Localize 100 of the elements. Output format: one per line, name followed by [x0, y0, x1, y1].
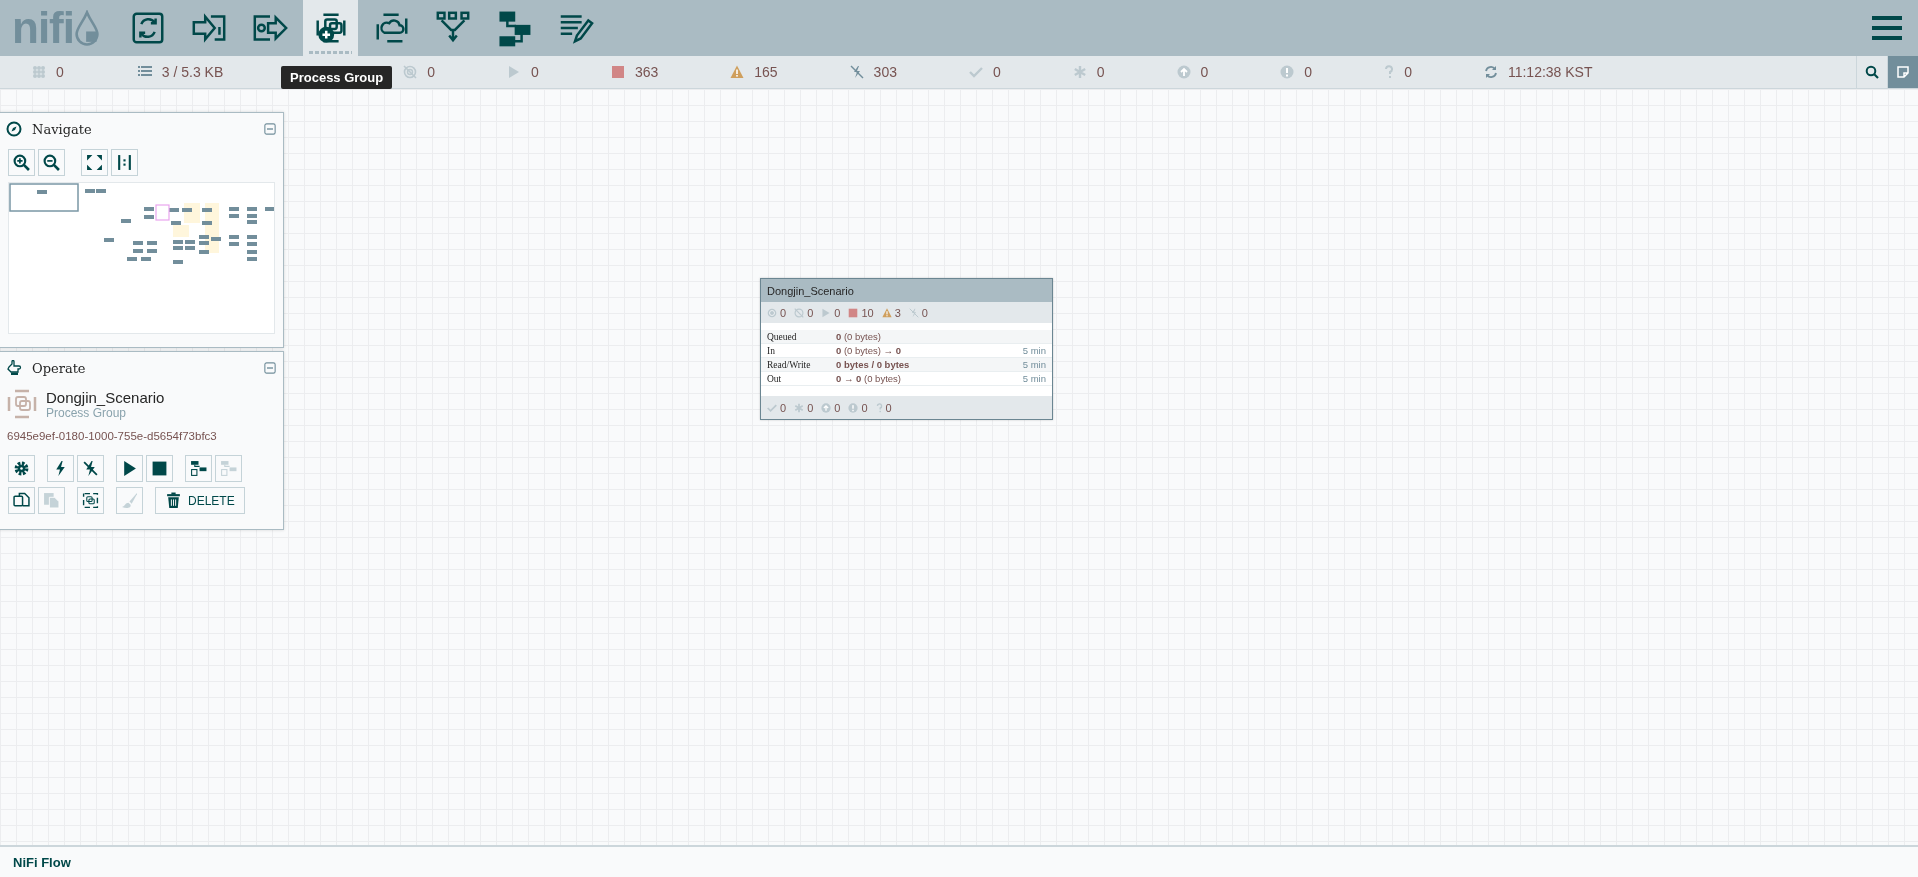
process-group-icon [6, 388, 38, 420]
count: 0 [921, 306, 928, 319]
status-count: 0 [1304, 64, 1313, 80]
count: 0 [861, 401, 868, 414]
not-transmitting-icon [794, 307, 805, 318]
count: 0 [780, 306, 787, 319]
status-count: 0 [1096, 64, 1105, 80]
crossed-bolt-icon [82, 460, 99, 477]
stop-icon [610, 65, 625, 79]
panel-title: Navigate [32, 121, 92, 137]
stat-label: In [767, 345, 776, 356]
stat-label: Out [767, 373, 783, 384]
zoom-in-icon [13, 154, 30, 171]
status-count: 3 / 5.3 KB [161, 64, 224, 80]
status-count: 11:12:38 KST [1507, 64, 1593, 80]
stat-value: 0 → 0 (0 bytes) [836, 373, 901, 384]
not-transmitting-icon [403, 65, 418, 79]
fit-button[interactable] [81, 149, 108, 176]
expand-icon [86, 154, 103, 171]
warning-icon [730, 65, 745, 79]
nifi-logo: nifi [12, 6, 108, 50]
count: 0 [807, 306, 814, 319]
up-arrow-circle-icon [821, 402, 832, 413]
actual-size-button[interactable] [111, 149, 138, 176]
stat-value: 0 bytes / 0 bytes [836, 359, 910, 370]
stat-period: 5 min [1022, 359, 1046, 370]
count: 0 [885, 401, 892, 414]
status-count: 0 [56, 64, 64, 80]
status-count: 363 [634, 64, 659, 80]
configure-button[interactable] [8, 455, 35, 482]
exclamation-circle-icon [1280, 65, 1295, 79]
component-name: Dongjin_Scenario [46, 388, 165, 406]
delete-button[interactable]: DELETE [155, 487, 245, 514]
compass-icon [6, 121, 22, 137]
count: 3 [894, 306, 901, 319]
stat-value: 0 (0 bytes) [836, 331, 881, 342]
tooltip: Process Group [281, 66, 393, 89]
count: 0 [834, 401, 841, 414]
gear-icon [13, 460, 30, 477]
count: 0 [780, 401, 787, 414]
play-icon [821, 307, 832, 318]
start-button[interactable] [116, 455, 143, 482]
zoom-in-button[interactable] [8, 149, 35, 176]
enable-button[interactable] [47, 455, 74, 482]
count: 0 [807, 401, 814, 414]
check-icon [968, 65, 983, 79]
group-icon [82, 492, 99, 509]
list-icon [137, 65, 152, 79]
viewport-frame[interactable] [9, 183, 79, 212]
save-template-button[interactable] [185, 455, 212, 482]
hand-pointer-icon [6, 360, 22, 376]
count: 10 [861, 306, 874, 319]
copy-button[interactable] [8, 487, 35, 514]
status-count: 0 [427, 64, 436, 80]
trash-icon [165, 492, 182, 509]
component-type: Process Group [46, 405, 127, 420]
cluster-icon [32, 65, 46, 79]
paste-icon [43, 492, 60, 509]
group-button[interactable] [77, 487, 104, 514]
disabled-icon [908, 307, 919, 318]
stat-period: 5 min [1022, 345, 1046, 356]
exclamation-circle-icon [848, 402, 859, 413]
brush-icon [121, 492, 138, 509]
menu-icon [1872, 16, 1902, 40]
template-icon [190, 460, 207, 477]
asterisk-icon [794, 402, 805, 413]
transmitting-icon [767, 307, 777, 318]
panel-title: Operate [32, 360, 86, 376]
note-icon [1896, 65, 1910, 79]
status-count: 0 [1404, 64, 1412, 80]
stat-label: Queued [767, 331, 798, 342]
component-id: 6945e9ef-0180-1000-755e-d5654f73bfc3 [6, 429, 218, 444]
stop-button[interactable] [146, 455, 173, 482]
question-icon [1384, 65, 1395, 79]
search-icon [1865, 65, 1879, 79]
menu-button[interactable] [1872, 16, 1902, 40]
stat-label: Read/Write [767, 359, 812, 370]
count: 0 [834, 306, 841, 319]
disable-button[interactable] [77, 455, 104, 482]
stat-period: 5 min [1022, 373, 1046, 384]
status-count: 0 [1200, 64, 1209, 80]
question-icon [875, 402, 883, 413]
refresh-icon [1483, 65, 1498, 79]
process-group-tool[interactable] [303, 0, 358, 56]
stat-value: 0 (0 bytes) → 0 [836, 345, 901, 356]
breadcrumb-link[interactable]: NiFi Flow [13, 854, 71, 870]
process-group-name: Dongjin_Scenario [761, 279, 1052, 302]
check-icon [767, 402, 777, 413]
status-count: 303 [873, 64, 897, 80]
up-arrow-circle-icon [1176, 65, 1191, 79]
play-icon [121, 460, 138, 477]
disabled-icon [849, 65, 864, 79]
minus-icon [264, 123, 276, 135]
zoom-out-icon [43, 154, 60, 171]
copy-icon [13, 492, 30, 509]
status-count: 0 [531, 64, 539, 80]
stop-icon [848, 307, 859, 318]
template-icon [220, 460, 237, 477]
zoom-out-button[interactable] [38, 149, 65, 176]
minus-icon [264, 362, 276, 374]
